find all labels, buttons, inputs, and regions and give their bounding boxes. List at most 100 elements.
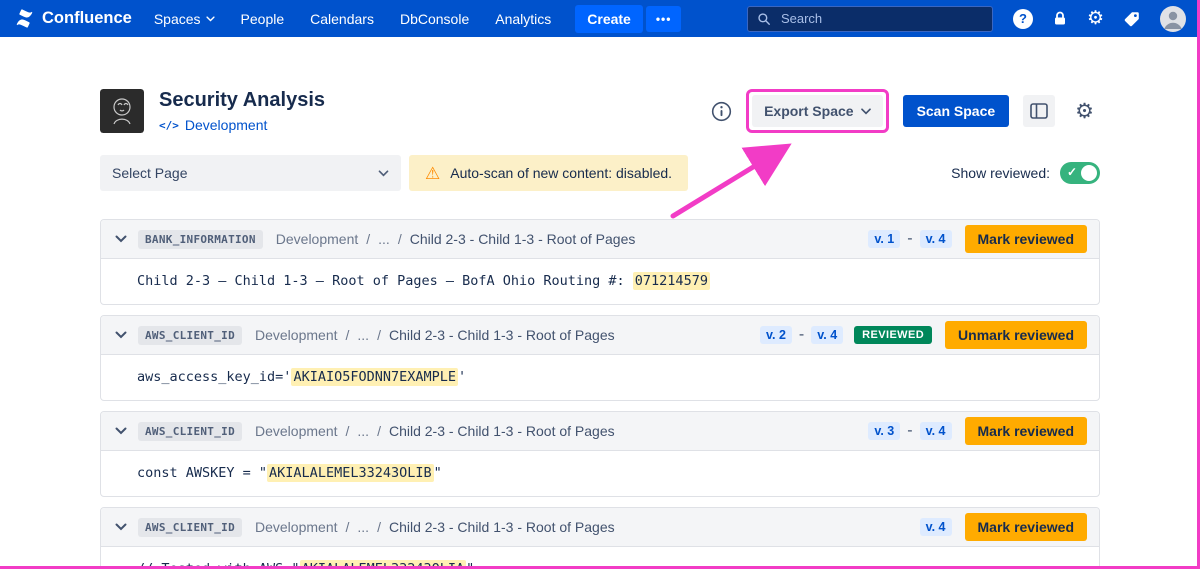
breadcrumb-segment[interactable]: Development [255,327,338,343]
navbar-icons: ? ⚙ [1013,6,1186,32]
breadcrumb-segment[interactable]: Child 2-3 - Child 1-3 - Root of Pages [389,327,615,343]
chevron-down-icon[interactable] [113,425,129,437]
breadcrumb: Development / ... / Child 2-3 - Child 1-… [255,423,615,439]
breadcrumb-segment[interactable]: Child 2-3 - Child 1-3 - Root of Pages [410,231,636,247]
chevron-down-icon[interactable] [113,521,129,533]
code-text: const AWSKEY = " [137,465,267,481]
breadcrumb-ellipsis[interactable]: ... [357,423,369,439]
chevron-down-icon [861,108,871,115]
breadcrumb-ellipsis[interactable]: ... [357,327,369,343]
space-settings-gear-icon[interactable]: ⚙ [1069,100,1100,123]
columns-icon [1030,103,1048,119]
finding-header: AWS_CLIENT_ID Development / ... / Child … [101,508,1099,547]
create-button[interactable]: Create [575,5,643,33]
version-separator: - [799,326,804,344]
space-subtitle: </> Development [159,117,325,133]
user-avatar[interactable] [1160,6,1186,32]
confluence-logo-icon [14,8,35,29]
finding-type-badge: AWS_CLIENT_ID [138,518,242,537]
version-link[interactable]: v. 3 [868,422,900,440]
space-avatar[interactable] [100,89,144,133]
version-link[interactable]: v. 1 [868,230,900,248]
chevron-down-icon[interactable] [113,329,129,341]
breadcrumb-separator: / [346,327,350,343]
warning-text: Auto-scan of new content: disabled. [450,165,672,181]
page-title: Security Analysis [159,89,325,112]
code-text: // Tested with AWS " [137,561,300,569]
code-line: aws_access_key_id='AKIAIO5FODNN7EXAMPLE' [137,368,466,386]
show-reviewed-label: Show reviewed: [951,165,1050,181]
breadcrumb-ellipsis[interactable]: ... [378,231,390,247]
space-actions: Export Space Scan Space ⚙ [711,89,1100,133]
show-reviewed-toggle[interactable]: ✓ [1060,162,1100,184]
breadcrumb-segment[interactable]: Development [255,423,338,439]
finding-actions: v. 2 - v. 4 REVIEWED Unmark reviewed [760,321,1087,349]
more-actions-button[interactable]: ••• [646,6,682,32]
version-link[interactable]: v. 4 [811,326,843,344]
mark-reviewed-button[interactable]: Mark reviewed [965,225,1088,253]
finding-card: BANK_INFORMATION Development / ... / Chi… [100,219,1100,305]
finding-type-badge: AWS_CLIENT_ID [138,422,242,441]
nav-item-label: DbConsole [400,11,469,27]
breadcrumb-separator: / [346,423,350,439]
code-highlight: AKIALALEMEL33243OLIB [267,464,434,482]
nav-item-label: Analytics [495,11,551,27]
chevron-down-icon[interactable] [113,233,129,245]
space-header: Security Analysis </> Development Export… [100,89,1100,133]
chevron-down-icon [206,16,215,22]
search-icon [757,12,771,26]
breadcrumb-separator: / [377,327,381,343]
search-input[interactable] [779,10,983,27]
code-line: // Tested with AWS "AKIALALEMEL33243OLIA… [137,560,474,569]
sidebar-layout-button[interactable] [1023,95,1055,127]
select-page-label: Select Page [112,165,378,181]
mark-reviewed-button[interactable]: Mark reviewed [965,513,1088,541]
version-separator: - [907,422,912,440]
chevron-down-icon [378,170,389,177]
nav-item-dbconsole[interactable]: DbConsole [400,11,469,27]
code-highlight: AKIAIO5FODNN7EXAMPLE [291,368,458,386]
breadcrumb-segment[interactable]: Child 2-3 - Child 1-3 - Root of Pages [389,423,615,439]
gear-icon[interactable]: ⚙ [1087,9,1104,28]
scan-space-button[interactable]: Scan Space [903,95,1010,127]
export-space-label: Export Space [764,103,853,119]
finding-code-row: const AWSKEY = "AKIALALEMEL33243OLIB" [101,451,1099,496]
space-link-development[interactable]: Development [185,117,268,133]
version-link[interactable]: v. 4 [920,230,952,248]
finding-card: AWS_CLIENT_ID Development / ... / Child … [100,315,1100,401]
annotation-highlight-box: Export Space [746,89,888,133]
finding-header: AWS_CLIENT_ID Development / ... / Child … [101,316,1099,355]
help-icon[interactable]: ? [1013,9,1033,29]
nav-item-people[interactable]: People [241,11,285,27]
version-link[interactable]: v. 4 [920,518,952,536]
finding-type-badge: BANK_INFORMATION [138,230,263,249]
info-icon[interactable] [711,101,732,122]
breadcrumb-segment[interactable]: Development [255,519,338,535]
mark-reviewed-button[interactable]: Mark reviewed [965,417,1088,445]
breadcrumb: Development / ... / Child 2-3 - Child 1-… [255,327,615,343]
breadcrumb-segment[interactable]: Child 2-3 - Child 1-3 - Root of Pages [389,519,615,535]
lock-icon[interactable] [1052,10,1068,27]
breadcrumb-segment[interactable]: Development [276,231,359,247]
primary-nav: Spaces People Calendars DbConsole Analyt… [154,11,551,27]
code-text: " [434,465,442,481]
finding-card: AWS_CLIENT_ID Development / ... / Child … [100,507,1100,569]
tag-icon[interactable] [1123,10,1141,28]
nav-item-spaces[interactable]: Spaces [154,11,215,27]
top-navbar: Confluence Spaces People Calendars DbCon… [0,0,1200,37]
nav-item-analytics[interactable]: Analytics [495,11,551,27]
version-link[interactable]: v. 2 [760,326,792,344]
select-page-dropdown[interactable]: Select Page [100,155,401,191]
reviewed-badge: REVIEWED [854,326,932,344]
version-link[interactable]: v. 4 [920,422,952,440]
confluence-brand[interactable]: Confluence [14,8,132,29]
nav-item-calendars[interactable]: Calendars [310,11,374,27]
finding-header: BANK_INFORMATION Development / ... / Chi… [101,220,1099,259]
breadcrumb-ellipsis[interactable]: ... [357,519,369,535]
unmark-reviewed-button[interactable]: Unmark reviewed [945,321,1087,349]
export-space-button[interactable]: Export Space [752,95,882,127]
global-search[interactable] [747,6,993,32]
code-icon: </> [159,119,179,132]
findings-list: BANK_INFORMATION Development / ... / Chi… [100,219,1100,569]
breadcrumb-separator: / [346,519,350,535]
